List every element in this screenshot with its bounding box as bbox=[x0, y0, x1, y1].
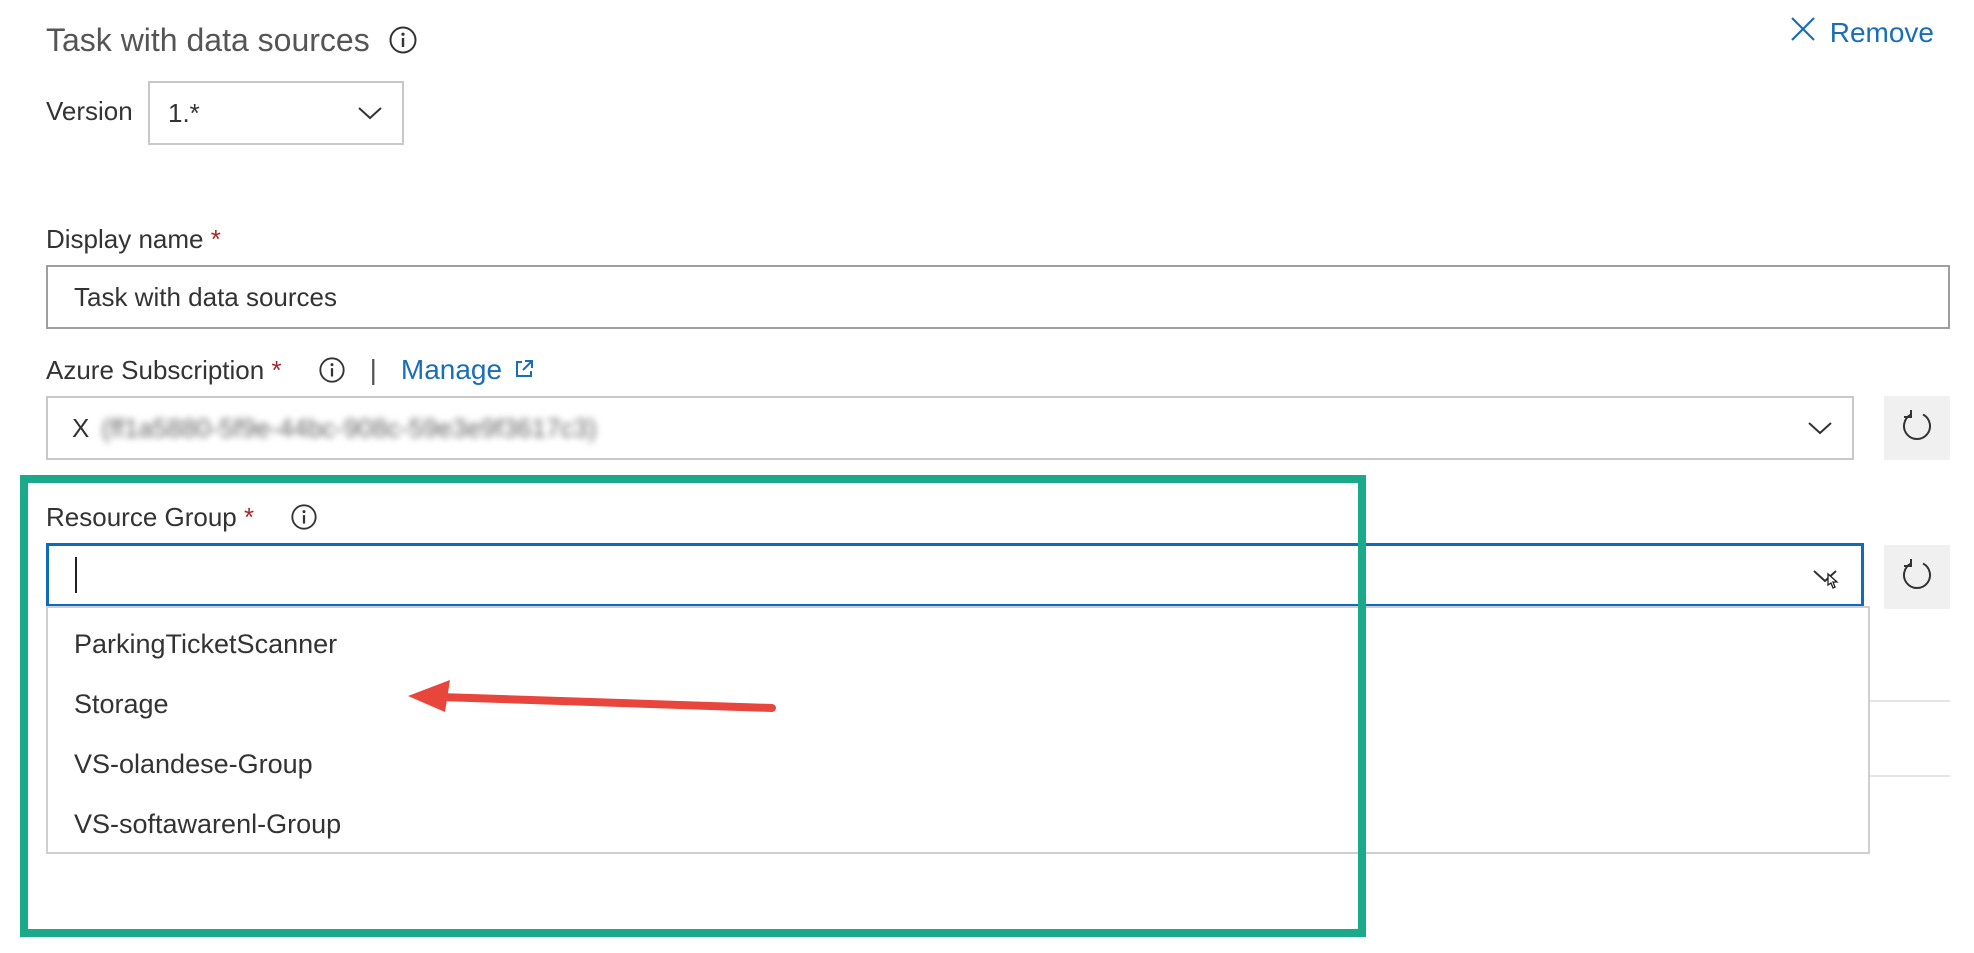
divider bbox=[1868, 700, 1950, 702]
required-mark: * bbox=[271, 355, 282, 385]
page-title-text: Task with data sources bbox=[46, 22, 370, 58]
text-cursor bbox=[75, 557, 77, 593]
subscription-value-redacted: (ff1a5880-5f9e-44bc-908c-59e3e9f3617c3) bbox=[101, 412, 597, 443]
resource-group-header: Resource Group * bbox=[46, 500, 318, 534]
annotation-arrow bbox=[408, 680, 776, 712]
display-name-input[interactable]: Task with data sources bbox=[46, 265, 1950, 329]
version-value: 1.* bbox=[168, 97, 200, 128]
external-link-icon bbox=[514, 354, 534, 386]
dropdown-option[interactable]: ParkingTicketScanner bbox=[48, 614, 1868, 674]
version-label: Version bbox=[46, 96, 133, 126]
page-title: Task with data sources bbox=[46, 18, 418, 62]
resource-group-dropdown-list: ParkingTicketScanner Storage VS-olandese… bbox=[46, 606, 1870, 854]
display-name-value: Task with data sources bbox=[74, 281, 338, 312]
remove-button[interactable]: Remove bbox=[1790, 16, 1934, 49]
dropdown-option[interactable]: VS-softawarenl-Group bbox=[48, 794, 1868, 854]
subscription-refresh-button[interactable] bbox=[1884, 396, 1950, 460]
resource-group-combobox[interactable] bbox=[46, 543, 1864, 607]
azure-subscription-label: Azure Subscription * bbox=[46, 353, 282, 387]
manage-link[interactable]: Manage bbox=[401, 354, 534, 386]
info-icon[interactable] bbox=[388, 25, 418, 55]
refresh-icon bbox=[1899, 557, 1935, 598]
info-icon[interactable] bbox=[318, 356, 346, 384]
version-select[interactable]: 1.* bbox=[148, 81, 404, 145]
manage-label: Manage bbox=[400, 354, 503, 385]
subscription-value-prefix: X bbox=[72, 412, 90, 443]
azure-subscription-label-text: Azure Subscription bbox=[46, 355, 265, 385]
chevron-down-icon[interactable] bbox=[1813, 568, 1843, 594]
display-name-label: Display name * bbox=[46, 222, 221, 256]
azure-subscription-header: Azure Subscription * | Manage bbox=[46, 353, 534, 387]
resource-group-label-text: Resource Group bbox=[46, 502, 237, 532]
dropdown-option[interactable]: Storage bbox=[48, 674, 1868, 734]
resource-group-label: Resource Group * bbox=[46, 500, 254, 534]
dropdown-option[interactable]: VS-olandese-Group bbox=[48, 734, 1868, 794]
required-mark: * bbox=[244, 502, 255, 532]
resource-group-refresh-button[interactable] bbox=[1884, 545, 1950, 609]
refresh-icon bbox=[1899, 408, 1935, 449]
info-icon[interactable] bbox=[290, 503, 318, 531]
chevron-down-icon bbox=[358, 105, 382, 121]
display-name-label-text: Display name bbox=[46, 224, 204, 254]
chevron-down-icon bbox=[1808, 420, 1832, 436]
required-mark: * bbox=[210, 224, 221, 254]
separator: | bbox=[369, 354, 377, 385]
azure-subscription-select[interactable]: X (ff1a5880-5f9e-44bc-908c-59e3e9f3617c3… bbox=[46, 396, 1854, 460]
remove-label: Remove bbox=[1829, 16, 1934, 48]
close-icon bbox=[1790, 16, 1816, 49]
divider bbox=[1868, 775, 1950, 777]
